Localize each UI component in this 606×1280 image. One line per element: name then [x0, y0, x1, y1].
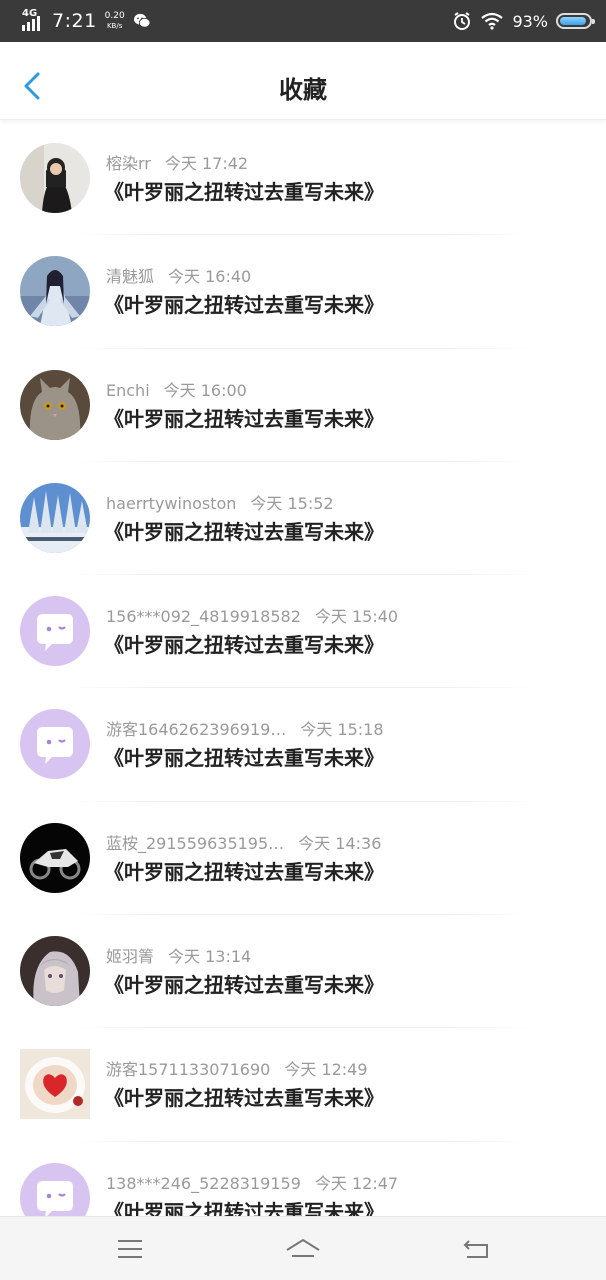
list-item[interactable]: 游客1646262396919… 今天 15:18 《叶罗丽之扭转过去重写未来》	[0, 688, 606, 802]
item-meta: 姬羽箐 今天 13:14	[106, 943, 251, 967]
alarm-icon	[454, 12, 471, 30]
timestamp: 今天 12:49	[284, 1060, 368, 1080]
timestamp: 今天 15:52	[250, 493, 334, 513]
timestamp: 今天 16:00	[163, 380, 247, 400]
book-title[interactable]: 《叶罗丽之扭转过去重写未来》	[104, 516, 384, 545]
timestamp: 今天 15:18	[300, 720, 384, 740]
header: 收藏	[0, 42, 606, 120]
avatar[interactable]	[20, 143, 90, 213]
battery-icon	[556, 13, 595, 29]
username: 榕染rr	[106, 154, 151, 173]
username: 清魅狐	[106, 267, 155, 287]
book-title[interactable]: 《叶罗丽之扭转过去重写未来》	[104, 1082, 384, 1111]
timestamp: 今天 15:40	[314, 607, 399, 627]
list-item[interactable]: 榕染rr 今天 17:42 《叶罗丽之扭转过去重写未来》	[0, 122, 606, 236]
username: Enchi	[106, 380, 150, 400]
timestamp: 今天 17:42	[164, 154, 249, 173]
favorites-list[interactable]: 榕染rr 今天 17:42 《叶罗丽之扭转过去重写未来》 清魅狐 今天 16:40 …	[0, 122, 606, 1216]
menu-button[interactable]	[110, 1235, 150, 1263]
username: 138***246_5228319159	[106, 1173, 301, 1193]
list-item[interactable]: 138***246_5228319159 今天 12:47 《叶罗丽之扭转过去重写…	[0, 1142, 606, 1216]
signal-icon: 4G	[22, 9, 46, 31]
timestamp: 今天 12:47	[314, 1173, 399, 1193]
username: 游客1571133071690	[106, 1060, 271, 1080]
system-nav-bar	[0, 1216, 606, 1280]
avatar[interactable]	[20, 936, 90, 1007]
item-meta: 156***092_4819918582 今天 15:40	[106, 603, 398, 627]
item-meta: 榕染rr 今天 17:42	[106, 150, 248, 174]
book-title[interactable]: 《叶罗丽之扭转过去重写未来》	[104, 289, 384, 318]
list-item[interactable]: 蓝桉_291559635195… 今天 14:36 《叶罗丽之扭转过去重写未来》	[0, 802, 606, 916]
avatar[interactable]	[20, 482, 90, 553]
avatar[interactable]	[20, 1162, 90, 1216]
username: 156***092_4819918582	[106, 607, 301, 627]
battery-percent: 93%	[512, 11, 548, 31]
timestamp: 今天 13:14	[168, 947, 252, 967]
avatar[interactable]	[20, 709, 90, 780]
network-speed: 0.20 KB/s	[103, 11, 127, 31]
avatar[interactable]	[20, 822, 90, 893]
speed-value: 0.20	[104, 11, 125, 21]
avatar[interactable]	[20, 1049, 90, 1120]
list-item[interactable]: haerrtywinoston 今天 15:52 《叶罗丽之扭转过去重写未来》	[0, 462, 606, 576]
item-meta: 蓝桉_291559635195… 今天 14:36	[106, 830, 381, 854]
book-title[interactable]: 《叶罗丽之扭转过去重写未来》	[104, 969, 384, 998]
back-icon	[463, 1240, 488, 1258]
username: 游客1646262396919…	[106, 720, 287, 740]
book-title[interactable]: 《叶罗丽之扭转过去重写未来》	[104, 1196, 384, 1216]
timestamp: 今天 16:40	[168, 267, 252, 287]
page-title: 收藏	[279, 75, 327, 104]
book-title[interactable]: 《叶罗丽之扭转过去重写未来》	[104, 176, 384, 205]
back-nav-button[interactable]	[456, 1235, 496, 1263]
item-meta: 清魅狐 今天 16:40	[106, 263, 251, 287]
clock: 7:21	[52, 10, 97, 32]
avatar[interactable]	[20, 256, 90, 327]
avatar[interactable]	[20, 369, 90, 440]
list-item[interactable]: 游客1571133071690 今天 12:49 《叶罗丽之扭转过去重写未来》	[0, 1028, 606, 1142]
book-title[interactable]: 《叶罗丽之扭转过去重写未来》	[104, 856, 384, 885]
username: haerrtywinoston	[106, 493, 237, 513]
avatar[interactable]	[20, 596, 90, 667]
username: 姬羽箐	[106, 947, 155, 967]
book-title[interactable]: 《叶罗丽之扭转过去重写未来》	[104, 742, 384, 771]
list-item[interactable]: 姬羽箐 今天 13:14 《叶罗丽之扭转过去重写未来》	[0, 915, 606, 1029]
item-meta: 游客1646262396919… 今天 15:18	[106, 716, 384, 740]
item-meta: 138***246_5228319159 今天 12:47	[106, 1170, 398, 1194]
username: 蓝桉_291559635195…	[106, 833, 285, 853]
wechat-icon	[133, 13, 151, 28]
list-item[interactable]: 156***092_4819918582 今天 15:40 《叶罗丽之扭转过去重写…	[0, 575, 606, 689]
home-button[interactable]	[283, 1235, 323, 1263]
timestamp: 今天 14:36	[298, 833, 382, 853]
item-meta: haerrtywinoston 今天 15:52	[106, 490, 334, 514]
home-icon	[286, 1238, 320, 1257]
list-item[interactable]: 清魅狐 今天 16:40 《叶罗丽之扭转过去重写未来》	[0, 235, 606, 349]
item-meta: 游客1571133071690 今天 12:49	[106, 1056, 368, 1080]
list-item[interactable]: Enchi 今天 16:00 《叶罗丽之扭转过去重写未来》	[0, 349, 606, 462]
status-bar: 4G 7:21 0.20 KB/s 93%	[0, 0, 606, 42]
menu-icon	[118, 1240, 142, 1258]
wifi-icon	[481, 12, 504, 30]
speed-unit: KB/s	[106, 22, 123, 30]
book-title[interactable]: 《叶罗丽之扭转过去重写未来》	[104, 629, 384, 658]
book-title[interactable]: 《叶罗丽之扭转过去重写未来》	[104, 403, 384, 432]
item-meta: Enchi 今天 16:00	[106, 377, 247, 401]
